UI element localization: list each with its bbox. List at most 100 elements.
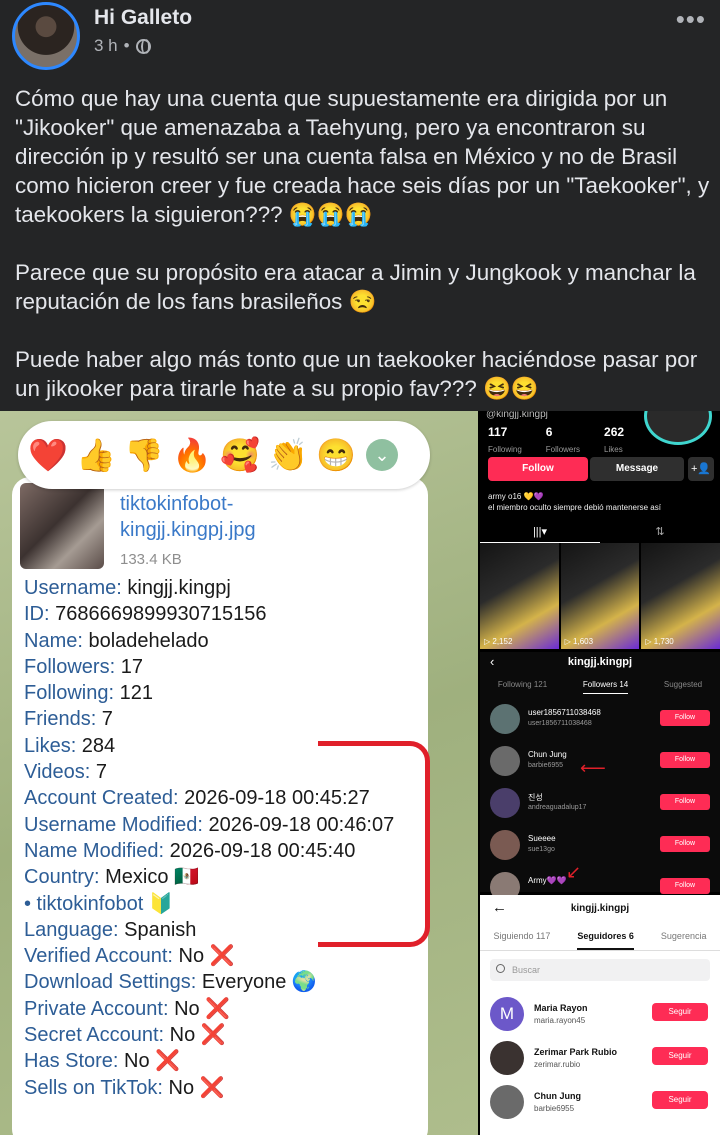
avatar[interactable] [490,1085,524,1119]
reaction-heart[interactable]: ❤️ [26,433,70,477]
reaction-fire[interactable]: 🔥 [170,433,214,477]
follow-button[interactable]: Follow [660,836,710,852]
avatar[interactable] [490,788,520,818]
globe-icon [135,38,151,54]
info-value: 🔰 [143,892,174,915]
search-input[interactable]: Buscar [490,959,710,981]
follow-button[interactable]: Follow [660,752,710,768]
follow-button[interactable]: Follow [660,710,710,726]
red-bracket-annotation [318,741,430,947]
info-key: ID: [24,603,50,626]
author-avatar[interactable] [12,2,80,70]
follower-handle: sue13go [528,846,555,853]
video-thumbnail[interactable]: ▷ 1,730 [641,543,720,649]
info-value: boladehelado [82,629,209,652]
stat-label: Followers [545,445,581,454]
info-value: 7 [96,708,113,731]
more-options-icon[interactable]: ••• [676,4,706,35]
tab-suggested[interactable]: Suggested [664,680,702,694]
follower-handle: maria.rayon45 [534,1016,586,1025]
post-header: Hi Galleto 3 h • ••• [0,0,720,78]
list-item[interactable]: Sueeee sue13go Follow [490,830,716,864]
avatar[interactable]: M [490,997,524,1031]
followers-tabs: Siguiendo 117 Seguidores 6 Sugerencia [480,931,720,951]
follower-name: Chun Jung [534,1091,581,1101]
bio-line: army o16 💛💜 [488,492,544,501]
avatar[interactable] [490,704,520,734]
stat-followers[interactable]: 6 Followers [546,425,580,457]
post-paragraph: Puede haber algo más tonto que un taekoo… [15,347,698,401]
author-name[interactable]: Hi Galleto [94,6,192,30]
info-value: Spanish [118,918,197,941]
tab-siguiendo[interactable]: Siguiendo 117 [494,931,551,950]
info-key: Username: [24,577,122,599]
post-time[interactable]: 3 h [94,36,118,56]
follower-handle: barbie6955 [534,1104,575,1113]
follow-button[interactable]: Follow [660,794,710,810]
video-views: ▷ 1,730 [645,637,674,646]
post-image-collage[interactable]: tiktokinfobot-kingjj.kingpj.jpg 133.4 KB… [0,411,720,1135]
info-key: Language: [24,918,119,941]
info-key: Videos: [24,761,91,784]
info-key: Has Store: [24,1050,119,1073]
telegram-screenshot[interactable]: tiktokinfobot-kingjj.kingpj.jpg 133.4 KB… [0,411,478,1135]
follower-name: Zerimar Park Rubio [534,1047,618,1057]
followers-list-light-screenshot[interactable]: ← kingjj.kingpj Siguiendo 117 Seguidores… [480,895,720,1135]
info-key: Username Modified: [24,813,203,836]
reaction-clap[interactable]: 👏 [266,433,310,477]
video-thumbnail[interactable]: ▷ 1,603 [560,543,640,649]
list-item[interactable]: Chun Jung barbie6955 Seguir [490,1085,716,1125]
follow-button[interactable]: Follow [660,878,710,894]
info-value: 121 [114,682,153,705]
reaction-smiling-hearts[interactable]: 🥰 [218,433,262,477]
list-item[interactable]: 진성 andreaguadalup17 Follow [490,788,716,822]
avatar[interactable] [490,1041,524,1075]
tab-videos[interactable]: |||▾ [480,521,600,543]
follower-handle: zerimar.rubio [534,1060,581,1069]
stat-label: Likes [604,445,623,454]
follow-button[interactable]: Seguir [652,1047,708,1065]
tiktok-profile-screenshot[interactable]: @kingjj.kingpj 117 Following 6 Followers 2… [480,411,720,649]
post-paragraph: Parece que su propósito era atacar a Jim… [15,260,696,314]
info-key: Following: [24,682,115,705]
follower-handle: andreaguadalup17 [528,804,587,811]
message-button[interactable]: Message [590,457,684,481]
chevron-down-icon[interactable]: ⌄ [366,439,398,471]
add-friend-icon[interactable]: +👤 [688,457,714,481]
post-text: Cómo que hay una cuenta que supuestament… [15,84,711,432]
followers-title: kingjj.kingpj [570,903,630,914]
info-row: Followers: 17 [24,654,424,680]
reaction-grin[interactable]: 😁 [314,433,358,477]
info-row: Verified Account: No ❌ [24,943,424,969]
tab-sugerencia[interactable]: Sugerencia [661,931,707,950]
stat-value: 117 [488,425,508,439]
info-value: 7 [90,761,108,784]
reaction-thumbs-up[interactable]: 👍 [74,433,118,477]
profile-avatar[interactable] [644,411,712,445]
info-key: Friends: [24,708,97,731]
info-value: No ❌ [164,1024,226,1047]
list-item[interactable]: M Maria Rayon maria.rayon45 Seguir [490,997,716,1037]
info-row: ID: 7686669899930715156 [24,601,424,627]
list-item[interactable]: user1856711038468 user1856711038468 Foll… [490,704,716,738]
info-row: Secret Account: No ❌ [24,1022,424,1048]
info-key: Likes: [24,734,77,757]
list-item[interactable]: Zerimar Park Rubio zerimar.rubio Seguir [490,1041,716,1081]
follow-button[interactable]: Seguir [652,1003,708,1021]
tab-reposts[interactable]: ⇅ [600,521,720,543]
follow-button[interactable]: Seguir [652,1091,708,1109]
tab-seguidores[interactable]: Seguidores 6 [577,931,634,950]
file-thumbnail[interactable] [20,483,104,569]
reaction-thumbs-down[interactable]: 👎 [122,433,166,477]
info-row: Following: 121 [24,680,424,706]
stat-following[interactable]: 117 Following [488,425,522,457]
avatar[interactable] [490,830,520,860]
profile-bio: army o16 💛💜 el miembro oculto siempre de… [488,491,716,513]
follow-button[interactable]: Follow [488,457,588,481]
avatar[interactable] [490,746,520,776]
tab-followers[interactable]: Followers 14 [582,680,629,694]
followers-list-dark-screenshot[interactable]: ‹ kingjj.kingpj Following 121 Followers … [480,652,720,902]
video-thumbnail[interactable]: ▷ 2,152 [480,543,559,649]
file-name[interactable]: tiktokinfobot-kingjj.kingpj.jpg [120,491,320,543]
tab-following[interactable]: Following 121 [498,680,547,694]
